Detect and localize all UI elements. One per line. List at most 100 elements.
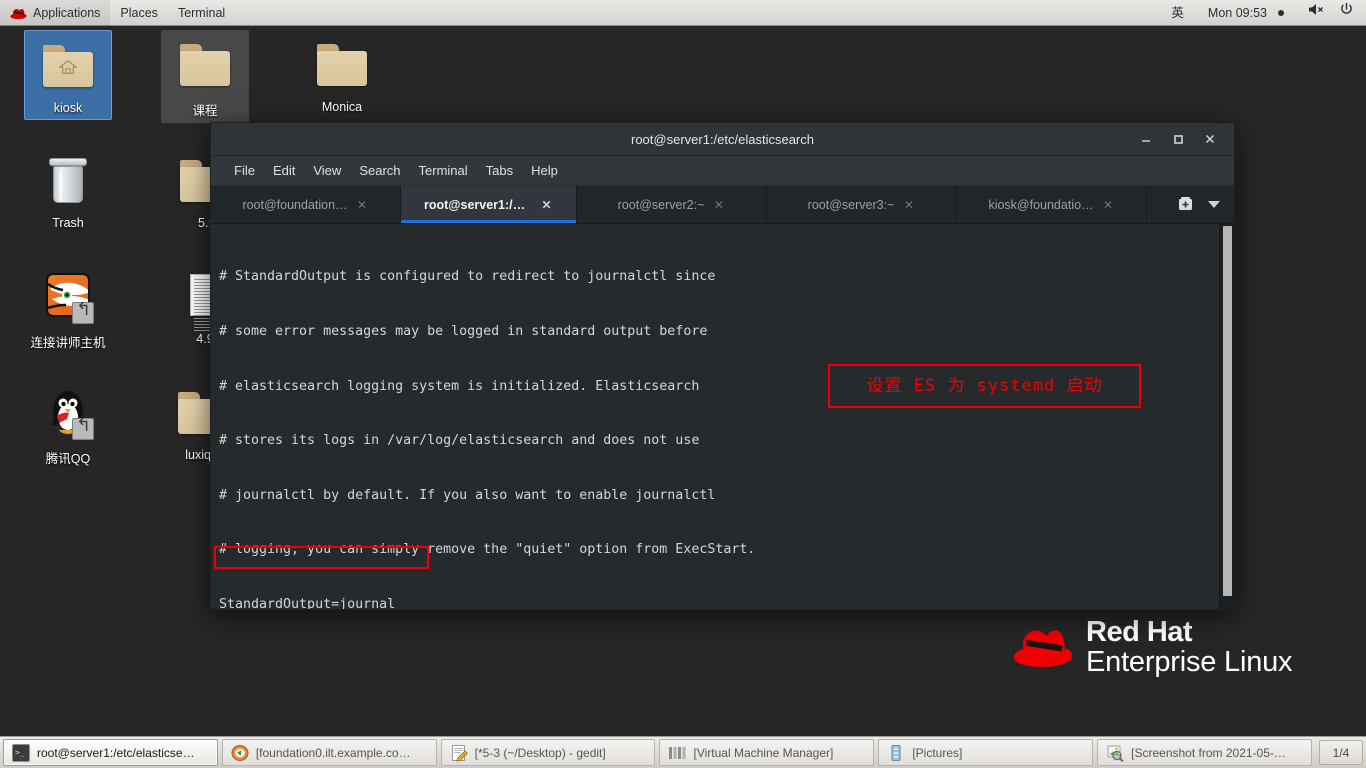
desktop-icon-tencent-qq[interactable]: 腾讯QQ bbox=[24, 378, 112, 471]
workspace-label: 1/4 bbox=[1332, 745, 1350, 760]
power-icon bbox=[1339, 0, 1354, 26]
terminal-tabbar: root@foundation… ✕ root@server1:/e… ✕ ro… bbox=[211, 186, 1234, 224]
desktop-area[interactable]: kiosk 课程 Monica Trash 5.: ↱ 连接讲师主机 4.9 ↱… bbox=[0, 26, 1366, 736]
applications-menu[interactable]: Applications bbox=[0, 0, 111, 26]
taskbar-item-label: [Virtual Machine Manager] bbox=[693, 745, 834, 760]
tab-root-server2[interactable]: root@server2:~ ✕ bbox=[577, 186, 767, 223]
menu-search[interactable]: Search bbox=[350, 156, 409, 186]
trash-icon bbox=[36, 152, 100, 214]
workspace-switcher[interactable]: 1/4 bbox=[1318, 740, 1363, 765]
terminal-titlebar[interactable]: root@server1:/etc/elasticsearch bbox=[211, 123, 1234, 156]
qq-app-icon bbox=[36, 384, 100, 446]
folder-icon bbox=[173, 36, 237, 98]
taskbar-item-screenshot[interactable]: [Screenshot from 2021-05-… bbox=[1097, 739, 1312, 766]
tabbar-actions bbox=[1163, 186, 1234, 223]
taskbar-item-label: [Screenshot from 2021-05-… bbox=[1131, 745, 1286, 760]
terminal-scrollbar[interactable] bbox=[1219, 224, 1234, 609]
tiger-app-icon bbox=[36, 268, 100, 330]
notification-dot-icon bbox=[1278, 9, 1284, 16]
places-menu-label: Places bbox=[120, 5, 158, 20]
places-menu[interactable]: Places bbox=[110, 0, 168, 26]
menu-edit[interactable]: Edit bbox=[264, 156, 304, 186]
gedit-icon bbox=[450, 744, 468, 762]
tab-close-icon[interactable]: ✕ bbox=[902, 198, 915, 212]
tab-label: kiosk@foundatio… bbox=[988, 197, 1094, 212]
tab-root-server3[interactable]: root@server3:~ ✕ bbox=[767, 186, 957, 223]
taskbar-item-terminal[interactable]: >_ root@server1:/etc/elasticse… bbox=[3, 739, 218, 766]
redhat-logo-icon bbox=[10, 7, 27, 19]
minimize-icon[interactable] bbox=[1136, 129, 1156, 149]
vmm-icon bbox=[668, 744, 686, 762]
terminal-window[interactable]: root@server1:/etc/elasticsearch File Edi… bbox=[210, 122, 1235, 610]
terminal-line: # elasticsearch logging system is initia… bbox=[219, 378, 700, 394]
tab-label: root@server3:~ bbox=[807, 197, 895, 212]
tab-close-icon[interactable]: ✕ bbox=[712, 198, 725, 212]
rhel-logo-line2: Enterprise Linux bbox=[1086, 645, 1293, 678]
applications-menu-label: Applications bbox=[33, 5, 101, 20]
rhel-brand-logo: Red Hat Enterprise Linux bbox=[1012, 616, 1293, 678]
terminal-menu[interactable]: Terminal bbox=[168, 0, 235, 26]
taskbar-item-label: [Pictures] bbox=[912, 745, 963, 760]
image-viewer-icon bbox=[1106, 744, 1124, 762]
home-folder-icon bbox=[36, 37, 100, 99]
new-tab-icon[interactable] bbox=[1177, 196, 1194, 213]
desktop-icon-label: 课程 bbox=[192, 104, 218, 118]
terminal-scrollbar-thumb[interactable] bbox=[1223, 226, 1232, 596]
maximize-icon[interactable] bbox=[1168, 129, 1188, 149]
taskbar: >_ root@server1:/etc/elasticse… [foundat… bbox=[0, 736, 1366, 768]
terminal-line: # journalctl by default. If you also wan… bbox=[219, 487, 716, 503]
desktop-icon-kiosk[interactable]: kiosk bbox=[24, 30, 112, 120]
terminal-icon: >_ bbox=[12, 743, 30, 762]
tab-label: root@foundation… bbox=[242, 197, 348, 212]
tab-root-server1[interactable]: root@server1:/e… ✕ bbox=[401, 186, 577, 223]
shortcut-overlay-icon bbox=[72, 418, 94, 440]
input-method-label: 英 bbox=[1171, 5, 1184, 20]
taskbar-item-gedit[interactable]: [*5-3 (~/Desktop) - gedit] bbox=[440, 739, 656, 766]
taskbar-item-label: root@server1:/etc/elasticse… bbox=[37, 745, 195, 760]
tab-close-icon[interactable]: ✕ bbox=[356, 198, 369, 212]
desktop-icon-kecheng[interactable]: 课程 bbox=[161, 30, 249, 123]
taskbar-item-foundation0[interactable]: [foundation0.ilt.example.co… bbox=[221, 739, 437, 766]
terminal-text[interactable]: # StandardOutput is configured to redire… bbox=[211, 224, 1219, 609]
menu-help[interactable]: Help bbox=[522, 156, 567, 186]
window-controls bbox=[1136, 129, 1234, 149]
desktop-icon-trash[interactable]: Trash bbox=[24, 146, 112, 234]
file-manager-icon bbox=[887, 744, 905, 762]
terminal-line: # StandardOutput is configured to redire… bbox=[219, 269, 716, 285]
tab-close-icon[interactable]: ✕ bbox=[1102, 198, 1115, 212]
input-method-indicator[interactable]: 英 bbox=[1159, 0, 1196, 26]
top-panel: Applications Places Terminal 英 Mon 09:53 bbox=[0, 0, 1366, 26]
desktop-icon-monica[interactable]: Monica bbox=[298, 30, 386, 118]
terminal-line: # logging, you can simply remove the "qu… bbox=[219, 542, 756, 558]
window-title: root@server1:/etc/elasticsearch bbox=[631, 131, 814, 147]
menu-file[interactable]: File bbox=[225, 156, 264, 186]
tab-label: root@server1:/e… bbox=[424, 197, 532, 212]
chevron-down-icon[interactable] bbox=[1208, 201, 1220, 208]
close-icon[interactable] bbox=[1200, 129, 1220, 149]
clock[interactable]: Mon 09:53 bbox=[1196, 0, 1296, 26]
remote-desktop-icon bbox=[231, 744, 249, 762]
taskbar-item-pictures[interactable]: [Pictures] bbox=[878, 739, 1094, 766]
rhel-logo-line1: Red Hat bbox=[1086, 616, 1193, 648]
tab-close-icon[interactable]: ✕ bbox=[540, 198, 553, 212]
system-status-menu[interactable] bbox=[1296, 0, 1366, 26]
taskbar-item-vmm[interactable]: [Virtual Machine Manager] bbox=[659, 739, 875, 766]
taskbar-item-label: [*5-3 (~/Desktop) - gedit] bbox=[474, 745, 606, 760]
taskbar-item-label: [foundation0.ilt.example.co… bbox=[255, 745, 411, 760]
folder-icon bbox=[310, 36, 374, 98]
terminal-menu-label: Terminal bbox=[177, 5, 226, 20]
redhat-hat-icon bbox=[1012, 623, 1074, 672]
desktop-icon-connect-instructor[interactable]: 连接讲师主机 bbox=[24, 262, 112, 355]
tab-root-foundation[interactable]: root@foundation… ✕ bbox=[211, 186, 401, 223]
terminal-line: # some error messages may be logged in s… bbox=[219, 324, 708, 339]
menu-tabs[interactable]: Tabs bbox=[477, 156, 522, 186]
tab-kiosk-foundation[interactable]: kiosk@foundatio… ✕ bbox=[957, 186, 1147, 223]
menu-view[interactable]: View bbox=[304, 156, 350, 186]
terminal-content-area[interactable]: # StandardOutput is configured to redire… bbox=[211, 224, 1234, 609]
menu-terminal[interactable]: Terminal bbox=[410, 156, 477, 186]
desktop-icon-label: 连接讲师主机 bbox=[30, 336, 106, 350]
clock-label: Mon 09:53 bbox=[1207, 5, 1267, 20]
terminal-menubar: File Edit View Search Terminal Tabs Help bbox=[211, 156, 1234, 186]
desktop-icon-label: Trash bbox=[52, 216, 84, 230]
desktop-icon-label: Monica bbox=[321, 100, 363, 114]
